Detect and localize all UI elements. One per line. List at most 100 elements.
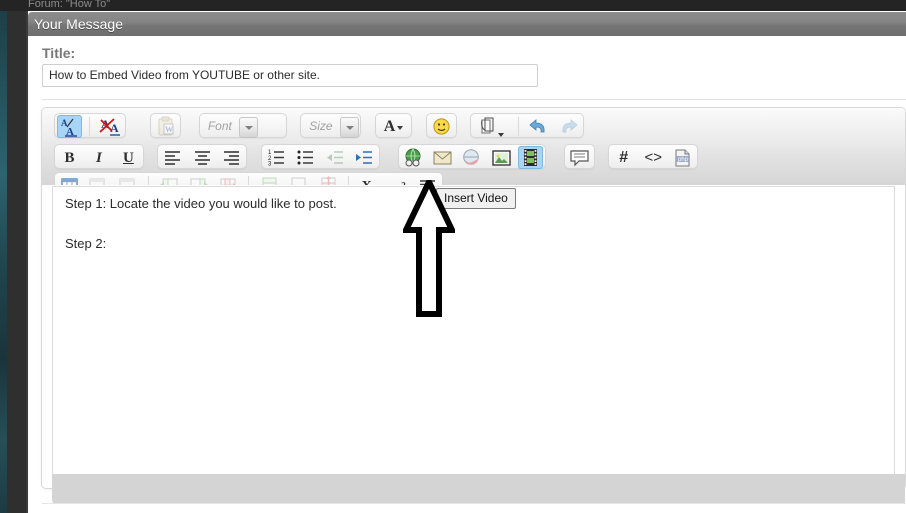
bold-icon[interactable]: B xyxy=(57,146,82,169)
angle-brackets-glyph: <> xyxy=(644,149,662,166)
top-strip xyxy=(0,0,906,11)
insert-html-icon[interactable]: <> xyxy=(641,146,666,169)
align-right-icon[interactable] xyxy=(219,146,244,169)
toolbar-group-insert-media xyxy=(397,144,547,169)
toolbar-separator xyxy=(517,117,519,136)
toolbar-group-code: # <> php xyxy=(608,144,699,169)
smiley-glyph xyxy=(433,118,450,135)
breadcrumb: Forum: "How To" xyxy=(28,0,111,10)
delete-row-icon[interactable] xyxy=(316,174,341,185)
insert-column-after-icon[interactable] xyxy=(186,174,211,185)
insert-link-icon[interactable] xyxy=(401,146,426,169)
globe-broken-glyph xyxy=(463,149,480,165)
align-center-icon[interactable] xyxy=(190,146,215,169)
align-right-glyph xyxy=(224,151,240,165)
unordered-list-glyph xyxy=(297,150,314,165)
subscript-icon[interactable]: X2 xyxy=(356,174,381,185)
insert-code-icon[interactable]: # xyxy=(611,146,636,169)
paperclip-glyph xyxy=(481,117,494,134)
table-properties-icon[interactable] xyxy=(86,174,111,185)
insert-php-icon[interactable]: php xyxy=(670,146,695,169)
php-file-glyph: php xyxy=(675,149,690,167)
indent-glyph xyxy=(356,151,373,164)
left-rail-dark xyxy=(7,0,26,513)
row-delete-glyph xyxy=(321,176,336,185)
toolbar-separator xyxy=(248,176,250,185)
row-before-glyph xyxy=(262,177,277,185)
paste-word-glyph: W xyxy=(158,116,174,136)
ordered-list-glyph: 123 xyxy=(268,150,284,168)
superscript-glyph: X2 xyxy=(391,180,406,185)
chevron-down-icon[interactable] xyxy=(339,117,359,138)
insert-video-icon[interactable] xyxy=(518,146,544,169)
message-panel-title: Your Message xyxy=(34,16,123,32)
title-input[interactable]: How to Embed Video from YOUTUBE or other… xyxy=(42,64,538,87)
bold-glyph: B xyxy=(64,150,75,166)
spellcheck-icon[interactable]: A A xyxy=(57,115,82,138)
insert-quote-icon[interactable] xyxy=(567,146,592,169)
globe-glyph xyxy=(405,148,421,167)
redo-icon[interactable] xyxy=(556,115,581,138)
table-glyph xyxy=(61,178,78,185)
chevron-down-icon[interactable] xyxy=(498,132,505,137)
svg-text:php: php xyxy=(678,157,689,163)
horizontal-rule-icon[interactable] xyxy=(415,174,440,185)
toolbar-group-attach-history xyxy=(470,113,584,138)
row-after-glyph xyxy=(291,177,306,185)
insert-column-before-icon[interactable] xyxy=(157,174,182,185)
film-glyph xyxy=(524,149,538,166)
col-after-glyph xyxy=(190,178,209,185)
ordered-list-icon[interactable]: 123 xyxy=(264,146,289,169)
text-color-glyph: A xyxy=(383,118,396,135)
font-size-dropdown[interactable]: Size xyxy=(303,115,359,138)
toolbar-row-2: B I U 1 2 3 # <> php xyxy=(42,144,905,170)
italic-glyph: I xyxy=(96,150,102,166)
hash-glyph: # xyxy=(619,149,629,166)
font-size-label: Size xyxy=(309,119,333,133)
paste-from-word-icon[interactable]: W xyxy=(153,115,178,138)
remove-format-icon[interactable]: A A xyxy=(98,115,123,138)
toolbar-group-spelling: A A A A xyxy=(54,113,126,138)
italic-icon[interactable]: I xyxy=(86,146,111,169)
insert-row-after-icon[interactable] xyxy=(286,174,311,185)
chevron-down-icon[interactable] xyxy=(239,117,259,138)
editor-body-text[interactable]: Step 1: Locate the video you would like … xyxy=(65,194,765,254)
toolbar-separator xyxy=(89,117,91,136)
table-delete-glyph xyxy=(119,178,135,185)
attachment-icon[interactable] xyxy=(473,115,510,138)
toolbar-group-font: Font xyxy=(198,113,287,138)
undo-icon[interactable] xyxy=(526,115,551,138)
delete-table-icon[interactable] xyxy=(116,174,141,185)
toolbar-group-paste: W xyxy=(150,113,182,138)
editor-content-area[interactable]: Step 1: Locate the video you would like … xyxy=(52,186,895,475)
insert-image-icon[interactable] xyxy=(489,146,514,169)
font-family-dropdown[interactable]: Font xyxy=(202,115,259,138)
toolbar-separator xyxy=(347,176,349,185)
unordered-list-icon[interactable] xyxy=(293,146,318,169)
insert-row-before-icon[interactable] xyxy=(257,174,282,185)
delete-column-icon[interactable] xyxy=(216,174,241,185)
left-rail-accent xyxy=(0,0,7,513)
picture-glyph xyxy=(492,150,511,166)
insert-table-icon[interactable] xyxy=(57,174,82,185)
title-divider xyxy=(42,99,906,100)
outdent-glyph xyxy=(326,151,343,164)
indent-icon[interactable] xyxy=(352,146,377,169)
underline-glyph: U xyxy=(122,150,134,166)
text-color-icon[interactable]: A xyxy=(378,115,410,138)
chevron-down-icon[interactable] xyxy=(397,125,404,130)
underline-icon[interactable]: U xyxy=(116,146,141,169)
editor-panel: A A A A xyxy=(41,107,906,504)
undo-glyph xyxy=(529,119,545,133)
svg-text:3: 3 xyxy=(268,162,272,168)
speech-bubble-glyph xyxy=(570,150,589,167)
insert-email-icon[interactable] xyxy=(430,146,455,169)
remove-link-icon[interactable] xyxy=(459,146,484,169)
toolbar-group-alignment xyxy=(157,144,248,169)
align-left-icon[interactable] xyxy=(160,146,185,169)
toolbar-group-basic-format: B I U xyxy=(54,144,144,169)
emoticon-icon[interactable] xyxy=(429,115,454,138)
toolbar-group-quote xyxy=(563,144,595,169)
superscript-icon[interactable]: X2 xyxy=(386,174,411,185)
outdent-icon[interactable] xyxy=(323,146,348,169)
